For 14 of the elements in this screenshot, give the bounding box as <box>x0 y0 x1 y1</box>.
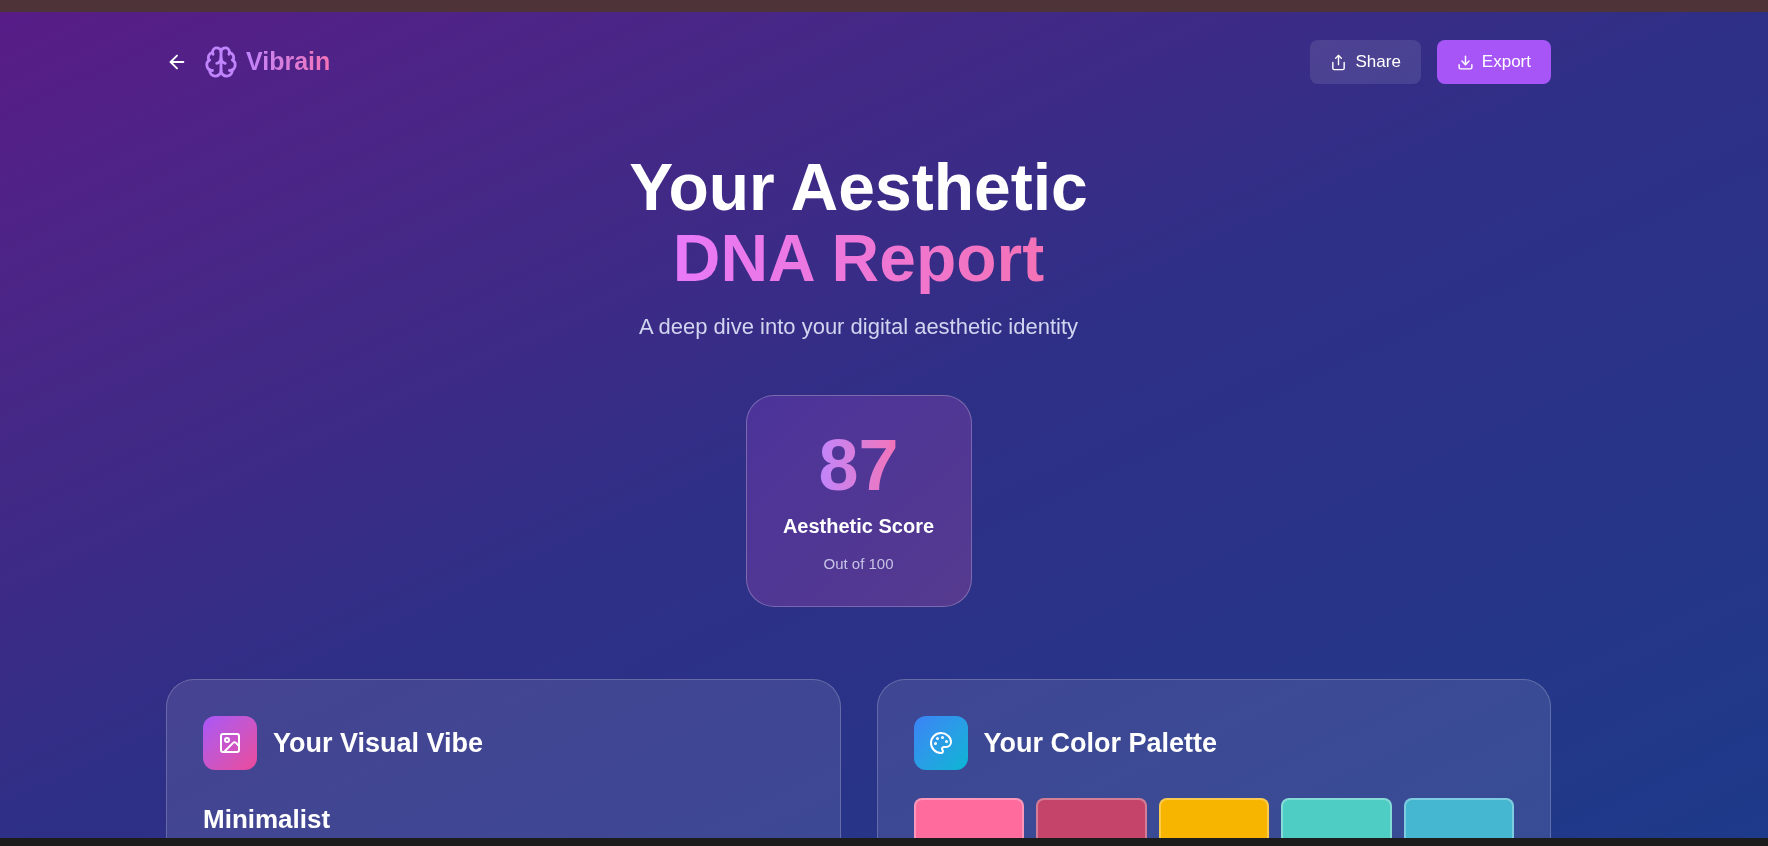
card-title: Your Visual Vibe <box>273 726 484 760</box>
card-title: Your Color Palette <box>983 726 1218 760</box>
subtitle: A deep dive into your digital aesthetic identity <box>638 313 1079 341</box>
palette-icon <box>913 716 968 770</box>
page-title: Your Aesthetic <box>629 152 1088 222</box>
share-button[interactable]: Share <box>1310 40 1421 84</box>
vibe-heading: Minimalist <box>203 803 332 836</box>
download-icon <box>1456 53 1474 71</box>
share-icon <box>1330 53 1348 71</box>
export-button[interactable]: Export <box>1436 40 1551 84</box>
score-label: Aesthetic Score <box>782 513 935 539</box>
score-caption: Out of 100 <box>823 553 894 574</box>
image-icon <box>203 716 257 770</box>
brain-icon <box>204 45 238 79</box>
